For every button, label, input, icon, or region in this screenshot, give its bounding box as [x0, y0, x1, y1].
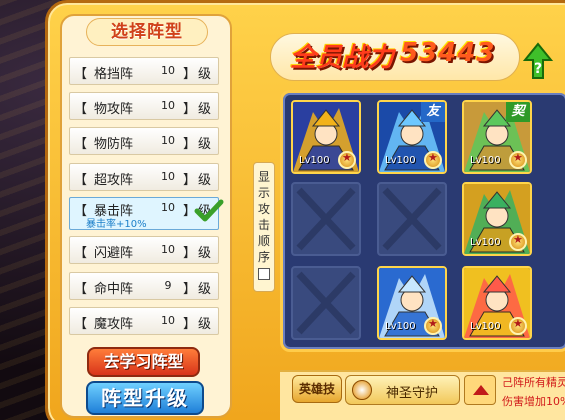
formation-level: 10: [161, 314, 175, 327]
hero-slot[interactable]: Lv100: [462, 182, 532, 256]
formation-name: 魔攻阵: [94, 317, 134, 332]
toggle-char: 示: [257, 186, 270, 200]
level-unit: 级: [198, 137, 212, 152]
toggle-char: 攻: [257, 202, 270, 216]
bracket-right: 】: [183, 102, 197, 117]
level-unit: 级: [198, 282, 212, 297]
hero-level: Lv100: [299, 155, 330, 166]
level-unit: 级: [198, 67, 212, 82]
formation-name: 物攻阵: [94, 102, 134, 117]
medal-icon: [509, 317, 527, 335]
skill-desc-line2: 伤害增加10%: [502, 395, 565, 408]
hero-skill-description: 己阵所有精灵 伤害增加10%: [502, 373, 565, 411]
power-label: 全员战力: [290, 43, 395, 73]
empty-slot[interactable]: [377, 182, 447, 256]
hero-slot[interactable]: Lv100 契: [462, 100, 532, 174]
bracket-left: 【: [74, 67, 88, 82]
empty-slot[interactable]: [291, 182, 361, 256]
show-attack-order-checkbox[interactable]: [258, 268, 270, 280]
medal-icon: [424, 317, 442, 335]
level-unit: 级: [198, 317, 212, 332]
empty-slot-cross-icon: [296, 187, 356, 251]
bracket-right: 】: [183, 317, 197, 332]
game-screen: 选择阵型 【格挡阵 10】级【物攻阵 10】级【物防阵 10】级【超攻阵 10】级【暴击…: [0, 0, 565, 420]
upgrade-formation-button[interactable]: 阵型升级: [86, 381, 204, 415]
formation-level: 10: [161, 99, 175, 112]
toggle-char: 顺: [257, 234, 270, 248]
bracket-left: 【: [74, 282, 88, 297]
hero-level: Lv100: [470, 155, 501, 166]
formation-name: 物防阵: [94, 137, 134, 152]
bracket-left: 【: [74, 173, 88, 188]
formation-row[interactable]: 【暴击阵 10】级暴击率+10%: [69, 197, 224, 230]
hero-level: Lv100: [385, 155, 416, 166]
bracket-right: 】: [183, 246, 197, 261]
medal-icon: [509, 233, 527, 251]
toggle-char: 序: [257, 250, 270, 264]
hero-level: Lv100: [470, 237, 501, 248]
formation-level: 10: [161, 243, 175, 256]
empty-slot-cross-icon: [296, 271, 356, 335]
up-arrow-icon[interactable]: ?: [523, 42, 553, 80]
medal-icon: [509, 151, 527, 169]
toggle-char: 击: [257, 218, 270, 232]
hero-tag-badge: 契: [506, 102, 530, 122]
bracket-right: 】: [183, 137, 197, 152]
hero-slot[interactable]: Lv100: [462, 266, 532, 340]
hero-level: Lv100: [385, 321, 416, 332]
medal-icon: [424, 151, 442, 169]
check-icon: [194, 199, 224, 222]
formation-row[interactable]: 【物防阵 10 】级: [69, 127, 219, 155]
hero-tag-badge: 友: [421, 102, 445, 122]
hero-slot[interactable]: Lv100 友: [377, 100, 447, 174]
formation-row[interactable]: 【命中阵 9 】级: [69, 272, 219, 300]
formation-level: 10: [161, 64, 175, 77]
bracket-right: 】: [183, 282, 197, 297]
hero-skill-label: 英雄技: [292, 375, 342, 403]
learn-formation-button[interactable]: 去学习阵型: [87, 347, 200, 377]
empty-slot[interactable]: [291, 266, 361, 340]
formation-name: 闪避阵: [94, 246, 134, 261]
medal-icon: [338, 151, 356, 169]
hero-skill-name: 神圣守护: [386, 386, 439, 401]
formation-level: 10: [161, 201, 175, 214]
level-unit: 级: [198, 102, 212, 117]
formation-name: 超攻阵: [94, 173, 134, 188]
level-unit: 级: [198, 246, 212, 261]
formation-panel-title: 选择阵型: [86, 18, 208, 46]
formation-name: 命中阵: [94, 282, 134, 297]
level-unit: 级: [198, 173, 212, 188]
bracket-right: 】: [183, 67, 197, 82]
formation-name: 格挡阵: [94, 67, 134, 82]
hero-skill-selector[interactable]: 神圣守护: [345, 375, 460, 405]
empty-slot-cross-icon: [382, 187, 442, 251]
bracket-left: 【: [74, 246, 88, 261]
bracket-left: 【: [74, 102, 88, 117]
formation-row[interactable]: 【魔攻阵 10 】级: [69, 307, 219, 335]
bracket-right: 】: [183, 173, 197, 188]
formation-row[interactable]: 【物攻阵 10 】级: [69, 92, 219, 120]
formation-row[interactable]: 【闪避阵 10 】级: [69, 236, 219, 264]
formation-level: 10: [161, 134, 175, 147]
svg-text:?: ?: [534, 61, 542, 77]
formation-level: 10: [161, 170, 175, 183]
hero-slot[interactable]: Lv100: [377, 266, 447, 340]
hero-slot[interactable]: Lv100: [291, 100, 361, 174]
skill-desc-line1: 己阵所有精灵: [502, 376, 565, 389]
toggle-char: 显: [257, 170, 270, 184]
bracket-left: 【: [74, 317, 88, 332]
formation-row[interactable]: 【超攻阵 10 】级: [69, 163, 219, 191]
bracket-left: 【: [74, 137, 88, 152]
expand-arrow-icon[interactable]: [464, 375, 496, 405]
skill-shield-icon: [352, 380, 372, 400]
formation-level: 9: [164, 279, 172, 292]
power-value: 53443: [400, 38, 496, 68]
formation-row[interactable]: 【格挡阵 10 】级: [69, 57, 219, 85]
hero-level: Lv100: [470, 321, 501, 332]
formation-bonus: 暴击率+10%: [86, 219, 147, 230]
